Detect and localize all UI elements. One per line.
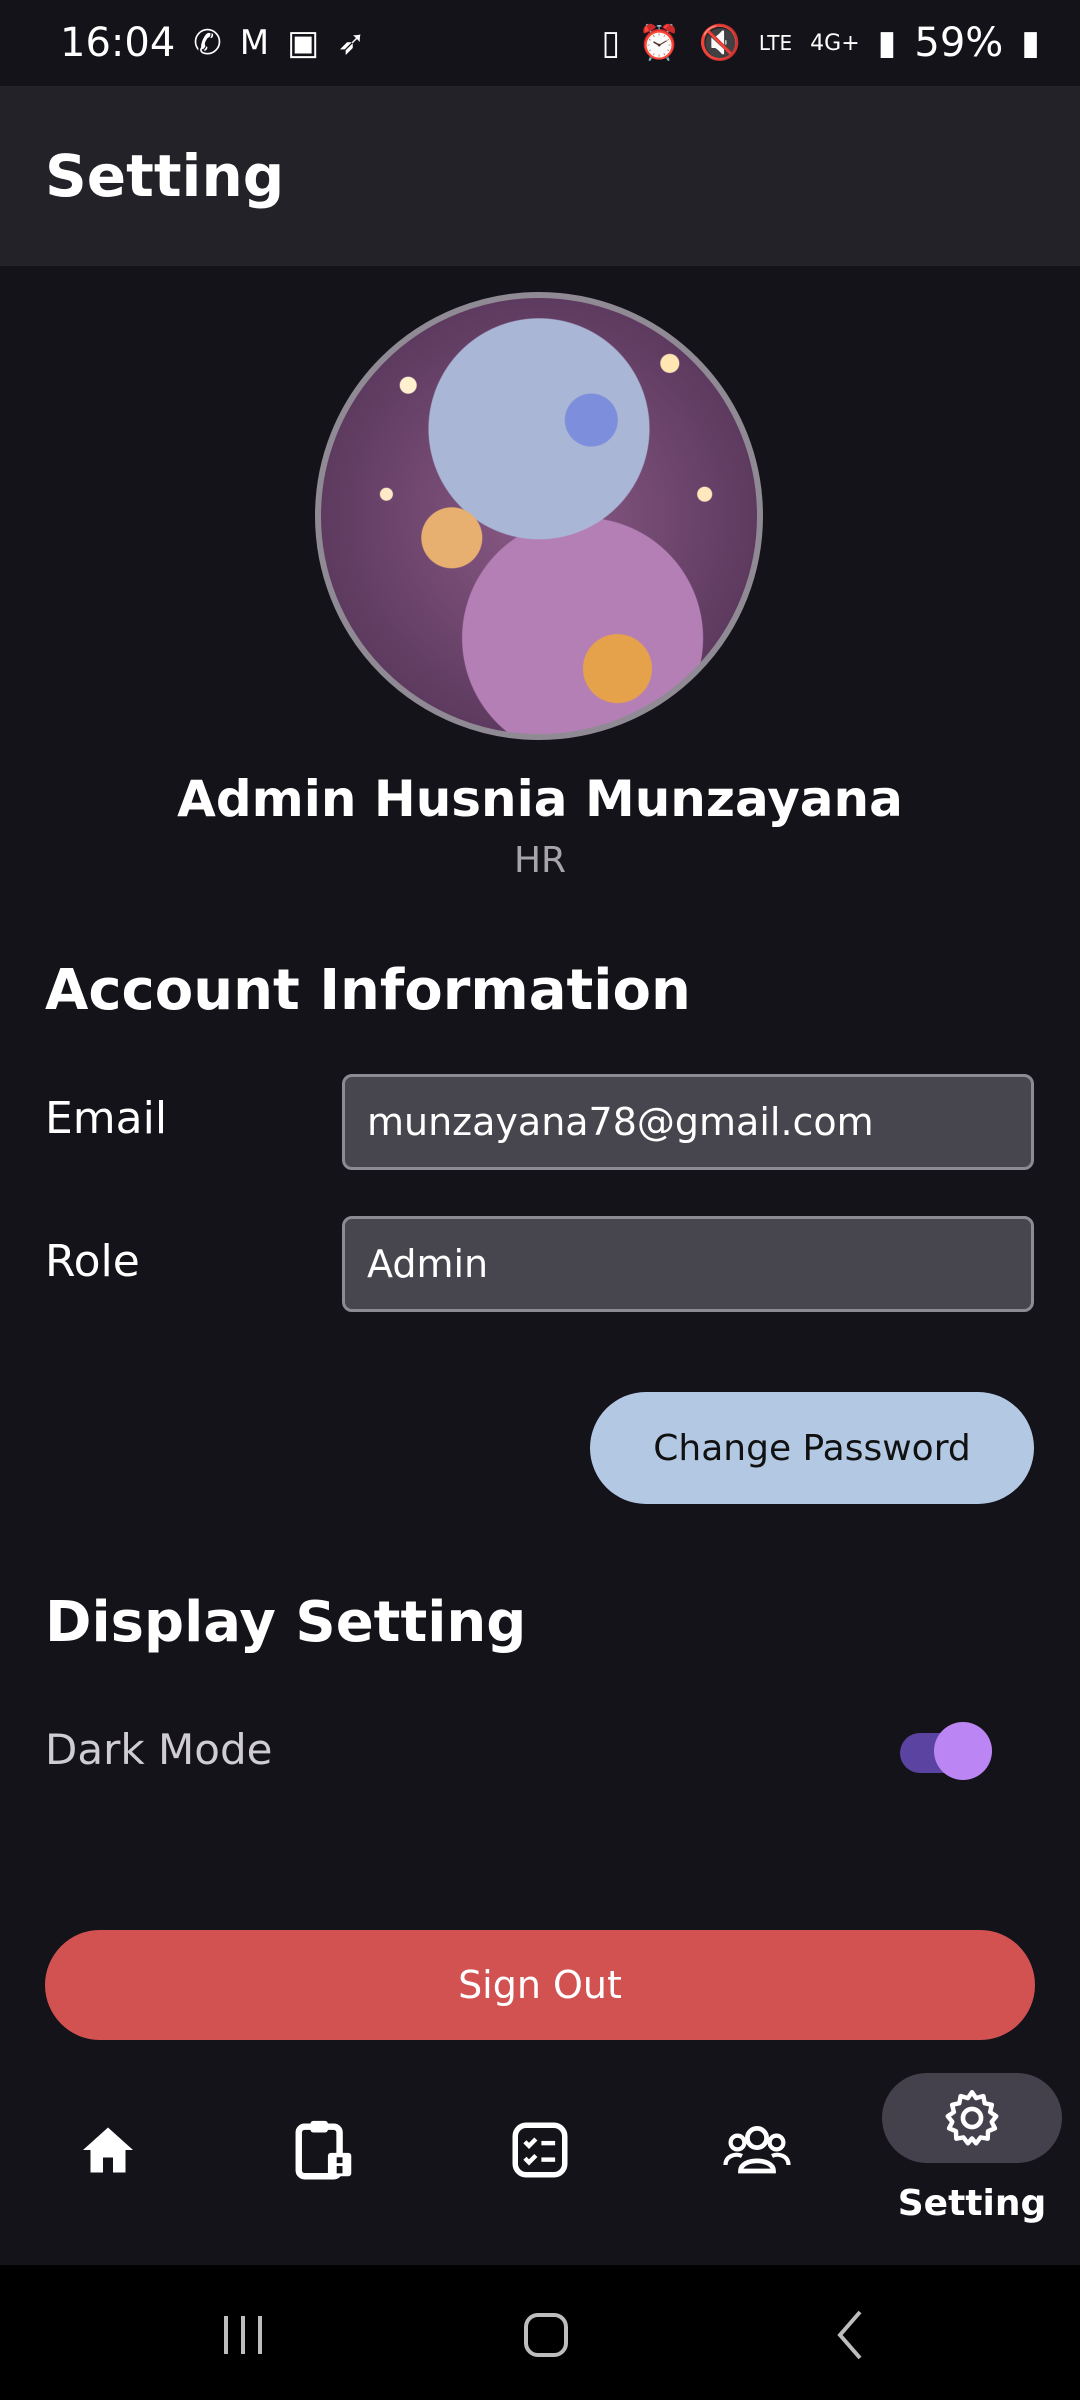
email-label: Email	[45, 1093, 168, 1144]
recent-apps-button[interactable]	[193, 2300, 293, 2370]
gallery-icon: ▣	[287, 23, 320, 63]
task-list-icon	[512, 2122, 568, 2178]
battery-icon: ▮	[1021, 23, 1040, 63]
recent-apps-icon	[224, 2316, 262, 2354]
change-password-button[interactable]: Change Password	[590, 1392, 1034, 1504]
role-value: Admin	[367, 1242, 489, 1286]
leave-request-icon	[295, 2120, 352, 2180]
role-field[interactable]: Admin	[342, 1216, 1034, 1312]
employees-icon	[723, 2126, 791, 2174]
nav-home[interactable]	[58, 2100, 158, 2200]
role-label: Role	[45, 1236, 140, 1287]
battery-saver-icon: ▯	[601, 23, 621, 63]
app-bar: Setting	[0, 86, 1080, 266]
change-password-label: Change Password	[653, 1427, 971, 1469]
nav-settings[interactable]	[882, 2073, 1062, 2163]
page-title: Setting	[45, 142, 285, 210]
home-button[interactable]	[496, 2300, 596, 2370]
nav-tasks[interactable]	[490, 2100, 590, 2200]
bird-icon: ➶	[337, 23, 366, 63]
back-icon	[837, 2310, 862, 2360]
alarm-icon: ⏰	[638, 23, 681, 63]
back-button[interactable]	[800, 2300, 900, 2370]
nav-leave-request[interactable]	[275, 2100, 375, 2200]
nav-settings-label[interactable]: Setting	[860, 2183, 1080, 2224]
dark-mode-toggle-thumb[interactable]	[934, 1722, 992, 1780]
gmail-icon: M	[239, 23, 270, 63]
signal-icon: ▮	[877, 23, 897, 63]
profile-name: Admin Husnia Munzayana	[177, 770, 903, 828]
profile-role: HR	[513, 840, 567, 881]
email-field[interactable]: munzayana78@gmail.com	[342, 1074, 1034, 1170]
status-bar: 16:04 ✆ M ▣ ➶ ▯ ⏰ 🔇 LTE 4G+ ▮ 59% ▮	[0, 0, 1080, 86]
sign-out-button[interactable]: Sign Out	[45, 1930, 1035, 2040]
account-information-title: Account Information	[45, 958, 691, 1023]
status-time: 16:04	[60, 20, 176, 66]
email-value: munzayana78@gmail.com	[367, 1100, 874, 1144]
home-circle-icon	[524, 2313, 568, 2357]
battery-percent: 59%	[914, 20, 1004, 66]
whatsapp-icon: ✆	[193, 23, 222, 63]
volte-icon: LTE	[758, 31, 793, 55]
mute-icon: 🔇	[698, 23, 741, 63]
display-setting-title: Display Setting	[45, 1590, 527, 1655]
avatar[interactable]	[315, 292, 763, 740]
settings-icon	[945, 2089, 999, 2146]
dark-mode-label: Dark Mode	[45, 1725, 273, 1774]
sign-out-label: Sign Out	[458, 1963, 622, 2007]
nav-employees[interactable]	[707, 2100, 807, 2200]
network-type: 4G+	[810, 30, 860, 56]
home-icon	[83, 2127, 133, 2173]
